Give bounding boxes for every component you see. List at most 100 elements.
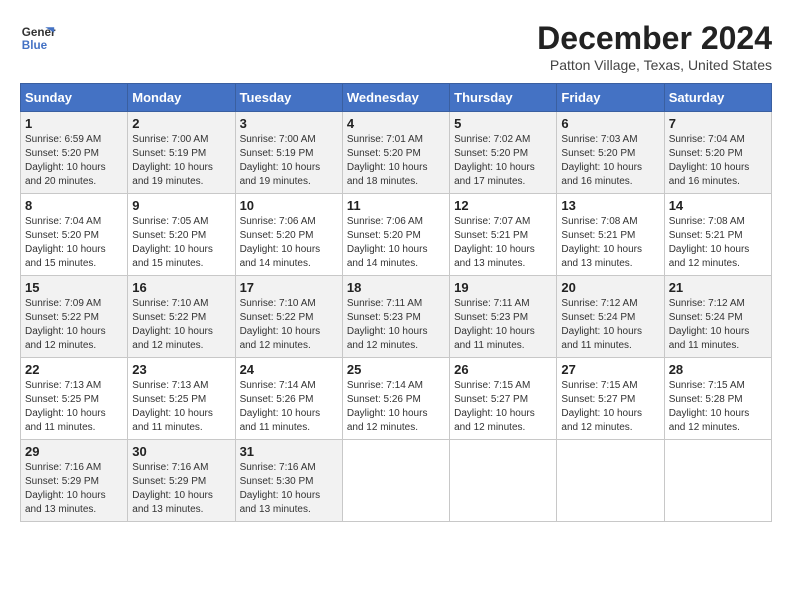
day-number: 12 xyxy=(454,198,552,213)
weekday-header: Monday xyxy=(128,84,235,112)
title-block: December 2024 Patton Village, Texas, Uni… xyxy=(537,20,772,73)
day-number: 23 xyxy=(132,362,230,377)
calendar-table: SundayMondayTuesdayWednesdayThursdayFrid… xyxy=(20,83,772,522)
day-number: 24 xyxy=(240,362,338,377)
month-title: December 2024 xyxy=(537,20,772,57)
day-info: Sunrise: 7:00 AM Sunset: 5:19 PM Dayligh… xyxy=(240,133,338,189)
day-number: 6 xyxy=(561,116,659,131)
day-number: 22 xyxy=(25,362,123,377)
day-info: Sunrise: 7:14 AM Sunset: 5:26 PM Dayligh… xyxy=(347,379,445,435)
day-number: 25 xyxy=(347,362,445,377)
day-info: Sunrise: 7:06 AM Sunset: 5:20 PM Dayligh… xyxy=(240,215,338,271)
day-info: Sunrise: 7:04 AM Sunset: 5:20 PM Dayligh… xyxy=(669,133,767,189)
day-number: 28 xyxy=(669,362,767,377)
day-info: Sunrise: 7:07 AM Sunset: 5:21 PM Dayligh… xyxy=(454,215,552,271)
day-number: 21 xyxy=(669,280,767,295)
page-header: General Blue December 2024 Patton Villag… xyxy=(20,20,772,73)
day-number: 7 xyxy=(669,116,767,131)
weekday-header: Wednesday xyxy=(342,84,449,112)
calendar-cell: 16Sunrise: 7:10 AM Sunset: 5:22 PM Dayli… xyxy=(128,276,235,358)
weekday-header: Tuesday xyxy=(235,84,342,112)
calendar-body: 1 Sunrise: 6:59 AM Sunset: 5:20 PM Daylig… xyxy=(21,112,772,522)
day-info: Sunrise: 7:10 AM Sunset: 5:22 PM Dayligh… xyxy=(240,297,338,353)
calendar-cell xyxy=(342,440,449,522)
calendar-cell: 6Sunrise: 7:03 AM Sunset: 5:20 PM Daylig… xyxy=(557,112,664,194)
day-info: Sunrise: 7:00 AM Sunset: 5:19 PM Dayligh… xyxy=(132,133,230,189)
weekday-header: Saturday xyxy=(664,84,771,112)
weekday-header: Sunday xyxy=(21,84,128,112)
day-number: 4 xyxy=(347,116,445,131)
day-number: 10 xyxy=(240,198,338,213)
day-info: Sunrise: 6:59 AM Sunset: 5:20 PM Dayligh… xyxy=(25,133,123,189)
day-info: Sunrise: 7:09 AM Sunset: 5:22 PM Dayligh… xyxy=(25,297,123,353)
day-info: Sunrise: 7:02 AM Sunset: 5:20 PM Dayligh… xyxy=(454,133,552,189)
calendar-cell: 21 Sunrise: 7:12 AM Sunset: 5:24 PM Dayli… xyxy=(664,276,771,358)
logo: General Blue xyxy=(20,20,56,56)
day-info: Sunrise: 7:15 AM Sunset: 5:27 PM Dayligh… xyxy=(454,379,552,435)
day-number: 20 xyxy=(561,280,659,295)
day-info: Sunrise: 7:08 AM Sunset: 5:21 PM Dayligh… xyxy=(561,215,659,271)
calendar-cell: 1 Sunrise: 6:59 AM Sunset: 5:20 PM Daylig… xyxy=(21,112,128,194)
calendar-week-row: 15 Sunrise: 7:09 AM Sunset: 5:22 PM Dayli… xyxy=(21,276,772,358)
day-number: 1 xyxy=(25,116,123,131)
calendar-cell: 17Sunrise: 7:10 AM Sunset: 5:22 PM Dayli… xyxy=(235,276,342,358)
day-number: 3 xyxy=(240,116,338,131)
day-info: Sunrise: 7:16 AM Sunset: 5:30 PM Dayligh… xyxy=(240,461,338,517)
day-info: Sunrise: 7:12 AM Sunset: 5:24 PM Dayligh… xyxy=(561,297,659,353)
day-number: 2 xyxy=(132,116,230,131)
calendar-cell: 24 Sunrise: 7:14 AM Sunset: 5:26 PM Dayli… xyxy=(235,358,342,440)
calendar-cell: 28Sunrise: 7:15 AM Sunset: 5:28 PM Dayli… xyxy=(664,358,771,440)
day-info: Sunrise: 7:08 AM Sunset: 5:21 PM Dayligh… xyxy=(669,215,767,271)
day-info: Sunrise: 7:06 AM Sunset: 5:20 PM Dayligh… xyxy=(347,215,445,271)
calendar-week-row: 8 Sunrise: 7:04 AM Sunset: 5:20 PM Daylig… xyxy=(21,194,772,276)
weekday-header: Thursday xyxy=(450,84,557,112)
day-info: Sunrise: 7:15 AM Sunset: 5:27 PM Dayligh… xyxy=(561,379,659,435)
calendar-cell xyxy=(450,440,557,522)
calendar-cell: 13Sunrise: 7:08 AM Sunset: 5:21 PM Dayli… xyxy=(557,194,664,276)
day-number: 26 xyxy=(454,362,552,377)
calendar-cell: 9Sunrise: 7:05 AM Sunset: 5:20 PM Daylig… xyxy=(128,194,235,276)
calendar-cell: 7 Sunrise: 7:04 AM Sunset: 5:20 PM Daylig… xyxy=(664,112,771,194)
calendar-cell: 2 Sunrise: 7:00 AM Sunset: 5:19 PM Daylig… xyxy=(128,112,235,194)
day-number: 14 xyxy=(669,198,767,213)
calendar-cell: 15 Sunrise: 7:09 AM Sunset: 5:22 PM Dayli… xyxy=(21,276,128,358)
svg-text:Blue: Blue xyxy=(22,39,48,52)
day-info: Sunrise: 7:14 AM Sunset: 5:26 PM Dayligh… xyxy=(240,379,338,435)
calendar-cell: 19Sunrise: 7:11 AM Sunset: 5:23 PM Dayli… xyxy=(450,276,557,358)
day-info: Sunrise: 7:13 AM Sunset: 5:25 PM Dayligh… xyxy=(25,379,123,435)
day-number: 31 xyxy=(240,444,338,459)
calendar-cell: 27Sunrise: 7:15 AM Sunset: 5:27 PM Dayli… xyxy=(557,358,664,440)
day-info: Sunrise: 7:11 AM Sunset: 5:23 PM Dayligh… xyxy=(347,297,445,353)
day-number: 11 xyxy=(347,198,445,213)
day-info: Sunrise: 7:16 AM Sunset: 5:29 PM Dayligh… xyxy=(132,461,230,517)
day-number: 30 xyxy=(132,444,230,459)
calendar-week-row: 22 Sunrise: 7:13 AM Sunset: 5:25 PM Dayli… xyxy=(21,358,772,440)
calendar-week-row: 29 Sunrise: 7:16 AM Sunset: 5:29 PM Dayli… xyxy=(21,440,772,522)
calendar-cell: 30 Sunrise: 7:16 AM Sunset: 5:29 PM Dayli… xyxy=(128,440,235,522)
calendar-cell: 14 Sunrise: 7:08 AM Sunset: 5:21 PM Dayli… xyxy=(664,194,771,276)
weekday-header: Friday xyxy=(557,84,664,112)
calendar-cell: 4 Sunrise: 7:01 AM Sunset: 5:20 PM Daylig… xyxy=(342,112,449,194)
location-title: Patton Village, Texas, United States xyxy=(537,57,772,73)
day-info: Sunrise: 7:04 AM Sunset: 5:20 PM Dayligh… xyxy=(25,215,123,271)
calendar-cell: 12 Sunrise: 7:07 AM Sunset: 5:21 PM Dayli… xyxy=(450,194,557,276)
calendar-cell: 31 Sunrise: 7:16 AM Sunset: 5:30 PM Dayli… xyxy=(235,440,342,522)
day-number: 18 xyxy=(347,280,445,295)
calendar-cell xyxy=(664,440,771,522)
calendar-cell: 25 Sunrise: 7:14 AM Sunset: 5:26 PM Dayli… xyxy=(342,358,449,440)
day-number: 8 xyxy=(25,198,123,213)
calendar-header: SundayMondayTuesdayWednesdayThursdayFrid… xyxy=(21,84,772,112)
calendar-cell: 3 Sunrise: 7:00 AM Sunset: 5:19 PM Daylig… xyxy=(235,112,342,194)
day-info: Sunrise: 7:01 AM Sunset: 5:20 PM Dayligh… xyxy=(347,133,445,189)
calendar-cell: 20 Sunrise: 7:12 AM Sunset: 5:24 PM Dayli… xyxy=(557,276,664,358)
day-info: Sunrise: 7:12 AM Sunset: 5:24 PM Dayligh… xyxy=(669,297,767,353)
day-number: 16 xyxy=(132,280,230,295)
calendar-cell: 29 Sunrise: 7:16 AM Sunset: 5:29 PM Dayli… xyxy=(21,440,128,522)
day-info: Sunrise: 7:16 AM Sunset: 5:29 PM Dayligh… xyxy=(25,461,123,517)
day-number: 15 xyxy=(25,280,123,295)
calendar-cell: 11 Sunrise: 7:06 AM Sunset: 5:20 PM Dayli… xyxy=(342,194,449,276)
day-number: 29 xyxy=(25,444,123,459)
calendar-cell: 18 Sunrise: 7:11 AM Sunset: 5:23 PM Dayli… xyxy=(342,276,449,358)
logo-icon: General Blue xyxy=(20,20,56,56)
calendar-cell: 23Sunrise: 7:13 AM Sunset: 5:25 PM Dayli… xyxy=(128,358,235,440)
